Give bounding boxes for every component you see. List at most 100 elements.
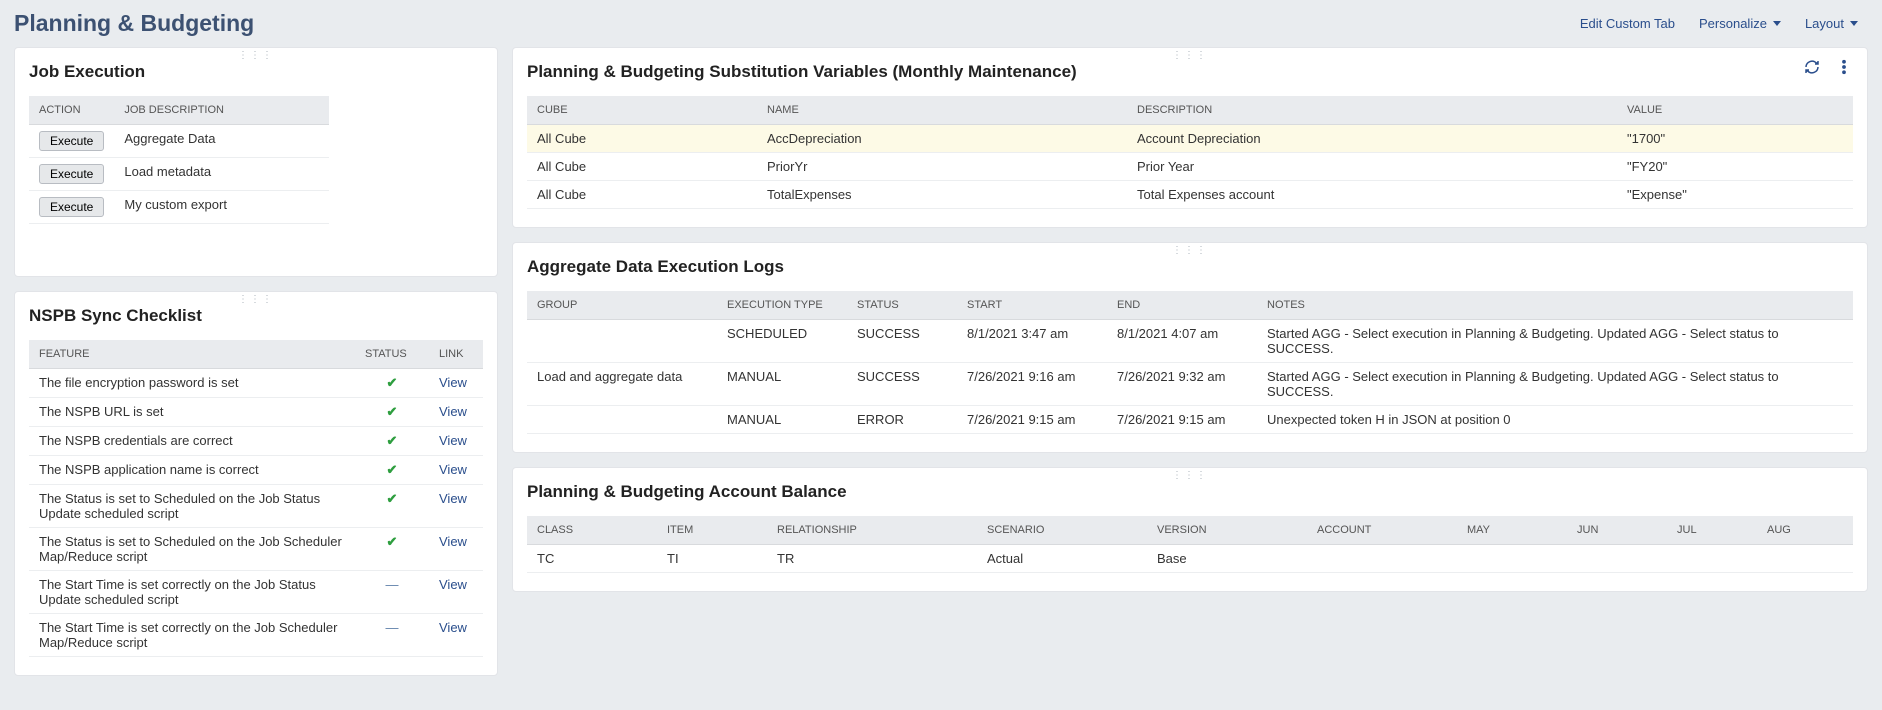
check-icon: ✔ bbox=[387, 491, 398, 506]
checklist-card: ⋮⋮⋮ NSPB Sync Checklist FEATURE STATUS L… bbox=[14, 291, 498, 676]
logs-title: Aggregate Data Execution Logs bbox=[527, 257, 1853, 277]
col-job-description: JOB DESCRIPTION bbox=[114, 96, 329, 125]
start-cell: 7/26/2021 9:15 am bbox=[957, 406, 1107, 434]
dash-icon: — bbox=[386, 620, 399, 635]
substitution-title: Planning & Budgeting Substitution Variab… bbox=[527, 62, 1853, 82]
drag-handle-icon[interactable]: ⋮⋮⋮ bbox=[238, 294, 274, 305]
name-cell: TotalExpenses bbox=[757, 181, 1127, 209]
col-jun: JUN bbox=[1567, 516, 1667, 545]
personalize-dropdown[interactable]: Personalize bbox=[1699, 16, 1781, 31]
table-row: ExecuteMy custom export bbox=[29, 191, 329, 224]
substitution-table: CUBE NAME DESCRIPTION VALUE All CubeAccD… bbox=[527, 96, 1853, 209]
logs-table: GROUP EXECUTION TYPE STATUS START END NO… bbox=[527, 291, 1853, 434]
drag-handle-icon[interactable]: ⋮⋮⋮ bbox=[238, 50, 274, 61]
header-actions: Edit Custom Tab Personalize Layout bbox=[1580, 16, 1868, 31]
execute-button[interactable]: Execute bbox=[39, 131, 104, 151]
col-item: ITEM bbox=[657, 516, 767, 545]
edit-custom-tab-link[interactable]: Edit Custom Tab bbox=[1580, 16, 1675, 31]
view-link[interactable]: View bbox=[439, 375, 467, 390]
col-link: LINK bbox=[429, 340, 483, 369]
status-cell: ✔ bbox=[355, 456, 429, 485]
check-icon: ✔ bbox=[387, 433, 398, 448]
col-scenario: SCENARIO bbox=[977, 516, 1147, 545]
table-row: The Status is set to Scheduled on the Jo… bbox=[29, 528, 483, 571]
col-action: ACTION bbox=[29, 96, 114, 125]
chevron-down-icon bbox=[1773, 21, 1781, 26]
execute-button[interactable]: Execute bbox=[39, 164, 104, 184]
group-cell bbox=[527, 406, 717, 434]
col-feature: FEATURE bbox=[29, 340, 355, 369]
drag-handle-icon[interactable]: ⋮⋮⋮ bbox=[1172, 470, 1208, 481]
table-row[interactable]: All CubeTotalExpensesTotal Expenses acco… bbox=[527, 181, 1853, 209]
col-account: ACCOUNT bbox=[1307, 516, 1457, 545]
status-cell: ✔ bbox=[355, 398, 429, 427]
view-link[interactable]: View bbox=[439, 491, 467, 506]
personalize-label: Personalize bbox=[1699, 16, 1767, 31]
col-group: GROUP bbox=[527, 291, 717, 320]
name-cell: PriorYr bbox=[757, 153, 1127, 181]
end-cell: 7/26/2021 9:15 am bbox=[1107, 406, 1257, 434]
table-row[interactable]: TCTITRActualBase bbox=[527, 545, 1853, 573]
col-status: STATUS bbox=[355, 340, 429, 369]
feature-text: The NSPB credentials are correct bbox=[29, 427, 355, 456]
type-cell: SCHEDULED bbox=[717, 320, 847, 363]
may-cell bbox=[1457, 545, 1567, 573]
substitution-card: ⋮⋮⋮ Planning & Budgeting Substitution Va… bbox=[512, 47, 1868, 228]
view-link[interactable]: View bbox=[439, 462, 467, 477]
col-notes: NOTES bbox=[1257, 291, 1853, 320]
col-value: VALUE bbox=[1617, 96, 1853, 125]
execute-button[interactable]: Execute bbox=[39, 197, 104, 217]
group-cell bbox=[527, 320, 717, 363]
feature-text: The Status is set to Scheduled on the Jo… bbox=[29, 485, 355, 528]
refresh-icon[interactable] bbox=[1803, 58, 1821, 76]
type-cell: MANUAL bbox=[717, 363, 847, 406]
table-row[interactable]: All CubePriorYrPrior Year"FY20" bbox=[527, 153, 1853, 181]
view-link[interactable]: View bbox=[439, 433, 467, 448]
col-class: CLASS bbox=[527, 516, 657, 545]
checklist-table: FEATURE STATUS LINK The file encryption … bbox=[29, 340, 483, 657]
col-jul: JUL bbox=[1667, 516, 1757, 545]
drag-handle-icon[interactable]: ⋮⋮⋮ bbox=[1172, 245, 1208, 256]
status-cell: SUCCESS bbox=[847, 363, 957, 406]
check-icon: ✔ bbox=[387, 404, 398, 419]
view-link[interactable]: View bbox=[439, 620, 467, 635]
more-vertical-icon[interactable] bbox=[1835, 58, 1853, 76]
table-row: The Start Time is set correctly on the J… bbox=[29, 614, 483, 657]
end-cell: 8/1/2021 4:07 am bbox=[1107, 320, 1257, 363]
start-cell: 8/1/2021 3:47 am bbox=[957, 320, 1107, 363]
notes-cell: Unexpected token H in JSON at position 0 bbox=[1257, 406, 1853, 434]
checklist-title: NSPB Sync Checklist bbox=[29, 306, 483, 326]
check-icon: ✔ bbox=[387, 375, 398, 390]
rel-cell: TR bbox=[767, 545, 977, 573]
type-cell: MANUAL bbox=[717, 406, 847, 434]
status-cell: — bbox=[355, 571, 429, 614]
layout-dropdown[interactable]: Layout bbox=[1805, 16, 1858, 31]
drag-handle-icon[interactable]: ⋮⋮⋮ bbox=[1172, 50, 1208, 61]
col-start: START bbox=[957, 291, 1107, 320]
table-row: The NSPB credentials are correct ✔ View bbox=[29, 427, 483, 456]
table-row: The Start Time is set correctly on the J… bbox=[29, 571, 483, 614]
check-icon: ✔ bbox=[387, 534, 398, 549]
layout-label: Layout bbox=[1805, 16, 1844, 31]
cube-cell: All Cube bbox=[527, 125, 757, 153]
cube-cell: All Cube bbox=[527, 181, 757, 209]
job-description: Aggregate Data bbox=[114, 125, 329, 158]
view-link[interactable]: View bbox=[439, 404, 467, 419]
table-row[interactable]: MANUALERROR7/26/2021 9:15 am7/26/2021 9:… bbox=[527, 406, 1853, 434]
desc-cell: Total Expenses account bbox=[1127, 181, 1617, 209]
header-bar: Planning & Budgeting Edit Custom Tab Per… bbox=[14, 6, 1868, 47]
view-link[interactable]: View bbox=[439, 577, 467, 592]
status-cell: ✔ bbox=[355, 485, 429, 528]
cube-cell: All Cube bbox=[527, 153, 757, 181]
balance-table: CLASS ITEM RELATIONSHIP SCENARIO VERSION… bbox=[527, 516, 1853, 573]
start-cell: 7/26/2021 9:16 am bbox=[957, 363, 1107, 406]
table-row[interactable]: SCHEDULEDSUCCESS8/1/2021 3:47 am8/1/2021… bbox=[527, 320, 1853, 363]
table-row: The NSPB URL is set ✔ View bbox=[29, 398, 483, 427]
table-row[interactable]: Load and aggregate dataMANUALSUCCESS7/26… bbox=[527, 363, 1853, 406]
logs-card: ⋮⋮⋮ Aggregate Data Execution Logs GROUP … bbox=[512, 242, 1868, 453]
value-cell: "Expense" bbox=[1617, 181, 1853, 209]
view-link[interactable]: View bbox=[439, 534, 467, 549]
job-execution-card: ⋮⋮⋮ Job Execution ACTION JOB DESCRIPTION… bbox=[14, 47, 498, 277]
table-row[interactable]: All CubeAccDepreciationAccount Depreciat… bbox=[527, 125, 1853, 153]
feature-text: The NSPB URL is set bbox=[29, 398, 355, 427]
